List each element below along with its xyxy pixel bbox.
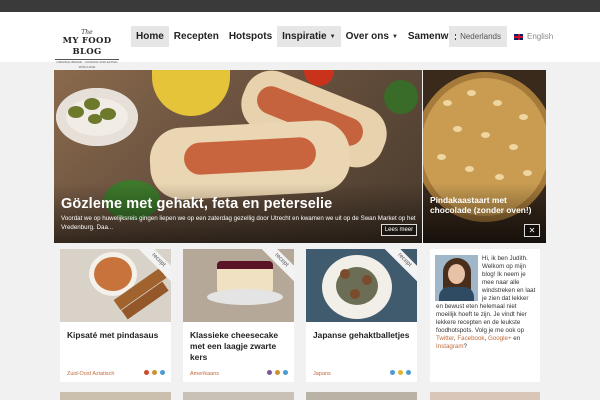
card-category[interactable]: Zuid-Oost Aziatisch	[67, 371, 114, 377]
leaf-icon	[406, 370, 411, 375]
card-photo-bowl	[94, 257, 132, 291]
hero-overlay	[54, 183, 422, 243]
logo-line-1: The	[81, 29, 93, 36]
about-and: en	[511, 335, 521, 342]
olive	[88, 114, 102, 124]
avatar-spacer	[436, 255, 482, 303]
card-title[interactable]: Kipsaté met pindasaus	[67, 330, 167, 341]
about-text: Hi, ik ben Judith. Welkom op mijn blog! …	[436, 255, 536, 350]
card-category[interactable]: Japans	[313, 371, 331, 377]
peanut	[523, 170, 532, 176]
peanut	[519, 114, 528, 120]
peanut	[443, 100, 452, 106]
nav-home-label: Home	[136, 31, 164, 42]
nav-hotspots[interactable]: Hotspots	[224, 26, 277, 47]
nav-inspiratie[interactable]: Inspiratie ▼	[277, 26, 341, 47]
uk-flag-icon	[514, 33, 523, 40]
nav-recepten[interactable]: Recepten	[169, 26, 224, 47]
recipe-card[interactable]: recept Klassieke cheesecake met een laag…	[183, 249, 294, 382]
close-icon[interactable]: ✕	[524, 224, 540, 237]
leaf-icon	[160, 370, 165, 375]
language-english-label: English	[527, 32, 554, 41]
peanut	[509, 144, 518, 150]
peanut	[467, 90, 476, 96]
nav-recepten-label: Recepten	[173, 31, 219, 42]
language-english[interactable]: English	[508, 26, 559, 47]
clock-icon	[398, 370, 403, 375]
top-bar	[0, 0, 600, 12]
olive	[100, 108, 116, 120]
caret-down-icon: ▼	[391, 33, 398, 40]
language-nederlands[interactable]: Nederlands	[449, 26, 507, 47]
nav-inspiratie-label: Inspiratie	[282, 31, 327, 42]
card-photo-meatball	[350, 289, 360, 299]
next-row-card-image[interactable]	[60, 392, 171, 400]
about-end: ?	[463, 343, 467, 350]
caret-down-icon: ▼	[329, 33, 336, 40]
next-row-widget	[430, 392, 540, 400]
side-feature-title[interactable]: Pindakaastaart met chocolade (zonder ove…	[430, 195, 540, 215]
peanut	[493, 100, 502, 106]
olive	[68, 106, 84, 118]
twitter-link[interactable]: Twitter	[436, 335, 454, 342]
about-widget: Hi, ik ben Judith. Welkom op mijn blog! …	[430, 249, 540, 382]
card-title[interactable]: Klassieke cheesecake met een laagje zwar…	[190, 330, 290, 363]
nav-hotspots-label: Hotspots	[228, 31, 273, 42]
recipe-card[interactable]: recept Japanse gehaktballetjes Japans	[306, 249, 417, 382]
leaf-icon	[283, 370, 288, 375]
logo-line-3: ORIGINAL BRAND · COOKING AND EATING WITH…	[55, 59, 119, 69]
next-row-card-image[interactable]	[183, 392, 294, 400]
chef-icon	[267, 370, 272, 375]
recipe-card[interactable]: recept Kipsaté met pindasaus Zuid-Oost A…	[60, 249, 171, 382]
hero-description: Voordat we op huwelijksreis gingen liepe…	[61, 215, 416, 231]
chef-icon	[152, 370, 157, 375]
card-icons	[390, 370, 411, 375]
card-image: recept	[60, 249, 171, 322]
peanut	[481, 132, 490, 138]
instagram-link[interactable]: Instagram	[436, 343, 464, 350]
olive	[84, 98, 100, 110]
side-feature[interactable]	[423, 70, 546, 243]
dutch-flag-icon	[455, 33, 457, 40]
card-image: recept	[183, 249, 294, 322]
card-icons	[144, 370, 165, 375]
card-icons	[267, 370, 288, 375]
card-photo-cherry	[217, 261, 273, 269]
clock-icon	[275, 370, 280, 375]
read-more-button[interactable]: Lees meer	[381, 224, 417, 236]
peanut	[495, 174, 504, 180]
hero-title[interactable]: Gözleme met gehakt, feta en peterselie	[61, 196, 332, 212]
card-photo-meatball	[340, 269, 350, 279]
facebook-link[interactable]: Facebook	[457, 335, 484, 342]
nav-home[interactable]: Home	[131, 26, 169, 47]
card-photo-meatball	[362, 275, 372, 285]
nav-over-ons-label: Over ons	[345, 31, 389, 42]
peanut	[437, 154, 446, 160]
logo-line-2: MY FOOD BLOG	[62, 36, 112, 57]
card-category[interactable]: Amerikaans	[190, 371, 219, 377]
card-image: recept	[306, 249, 417, 322]
peanut	[453, 126, 462, 132]
google-plus-link[interactable]: Google+	[488, 335, 512, 342]
peanut	[465, 166, 474, 172]
next-row-card-image[interactable]	[306, 392, 417, 400]
herb-image	[384, 80, 418, 114]
card-photo-plate	[207, 289, 283, 305]
language-nederlands-label: Nederlands	[460, 32, 501, 41]
site-logo[interactable]: The MY FOOD BLOG ORIGINAL BRAND · COOKIN…	[55, 29, 119, 74]
nav-over-ons[interactable]: Over ons ▼	[341, 26, 403, 47]
chili-icon	[144, 370, 149, 375]
chef-icon	[390, 370, 395, 375]
card-title[interactable]: Japanse gehaktballetjes	[313, 330, 413, 341]
